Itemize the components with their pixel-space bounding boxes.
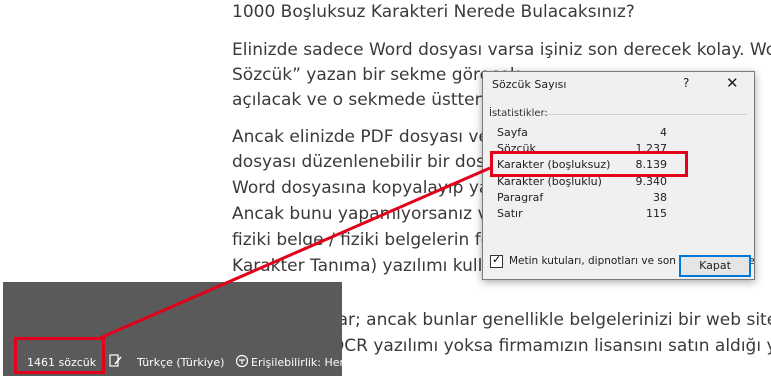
callout-connector	[99, 166, 491, 340]
highlight-box-statusbar	[14, 337, 105, 374]
highlight-box-dialog	[490, 151, 688, 177]
